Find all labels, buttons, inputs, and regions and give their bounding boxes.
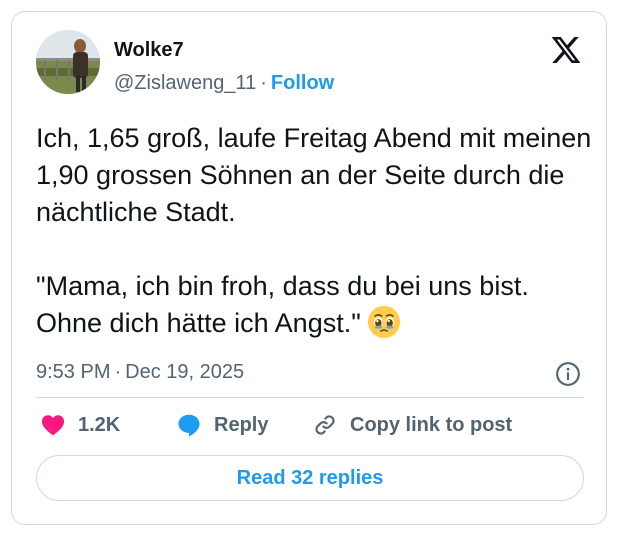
separator-dot: · (260, 72, 267, 94)
tweet-card: Wolke7 @Zislaweng_11 · Follow Ich, 1,65 gr… (11, 11, 607, 525)
follow-button[interactable]: Follow (271, 72, 334, 94)
like-button[interactable]: 1.2K (40, 410, 120, 440)
tweet-timestamp[interactable]: 9:53 PM · Dec 19, 2025 (36, 361, 244, 384)
tweet-text: Ich, 1,65 groß, laufe Freitag Abend mit … (36, 120, 596, 342)
tweet-date: Dec 19, 2025 (125, 361, 245, 383)
author-handle-row: @Zislaweng_11 · Follow (114, 72, 334, 95)
reply-button[interactable]: Reply (176, 410, 268, 440)
tweet-paragraph-2: "Mama, ich bin froh, dass du bei uns bis… (36, 268, 596, 342)
divider (36, 397, 584, 398)
meta-separator: · (114, 361, 122, 383)
read-replies-button[interactable]: Read 32 replies (36, 455, 584, 501)
reply-bubble-icon (178, 414, 200, 437)
avatar[interactable] (36, 30, 100, 94)
tweet-time: 9:53 PM (36, 361, 111, 383)
avatar-image (36, 30, 100, 94)
copy-link-button[interactable]: Copy link to post (312, 410, 512, 440)
action-bar: 1.2K Reply Copy link to post (36, 410, 584, 440)
link-icon (315, 415, 335, 435)
face-holding-back-tears-icon (367, 305, 400, 339)
reply-label: Reply (214, 413, 269, 436)
tweet-paragraph-1: Ich, 1,65 groß, laufe Freitag Abend mit … (36, 123, 592, 227)
x-logo-icon[interactable] (550, 34, 582, 66)
heart-icon (41, 415, 65, 436)
author-name[interactable]: Wolke7 (114, 39, 184, 62)
copy-link-label: Copy link to post (350, 413, 513, 436)
author-handle[interactable]: @Zislaweng_11 (114, 72, 256, 94)
info-icon[interactable] (555, 361, 581, 387)
tweet-paragraph-2-text: "Mama, ich bin froh, dass du bei uns bis… (36, 271, 529, 338)
like-count: 1.2K (78, 413, 121, 436)
